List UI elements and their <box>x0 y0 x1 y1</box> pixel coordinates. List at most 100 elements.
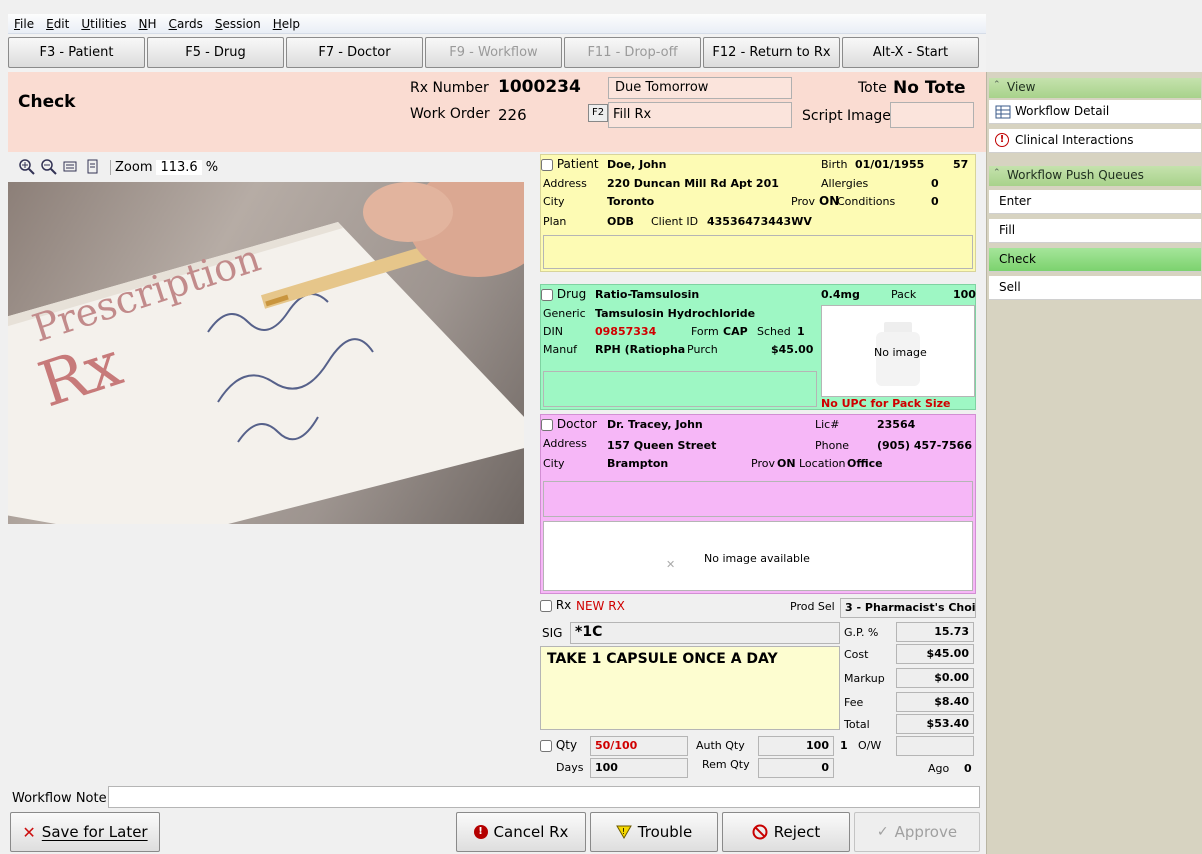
ow-field[interactable] <box>896 736 974 756</box>
allergies-count[interactable]: 0 <box>931 177 939 190</box>
menu-nh[interactable]: NH <box>133 17 163 31</box>
workflow-detail-label: Workflow Detail <box>1015 104 1110 118</box>
zoom-field[interactable]: 113.6 <box>156 159 202 175</box>
doctor-checkbox[interactable] <box>541 418 553 431</box>
manuf-value[interactable]: RPH (Ratiopha <box>595 343 685 356</box>
menu-edit[interactable]: Edit <box>40 17 75 31</box>
menu-utilities[interactable]: Utilities <box>75 17 132 31</box>
form-label: Form <box>691 325 719 338</box>
zoom-in-icon[interactable] <box>18 158 36 176</box>
patient-checkbox[interactable] <box>541 158 553 171</box>
form-value[interactable]: CAP <box>723 325 748 338</box>
save-for-later-button[interactable]: ✕ Save for Later <box>10 812 160 852</box>
patient-plan[interactable]: ODB <box>607 215 634 228</box>
reject-label: Reject <box>773 823 821 841</box>
fee-value[interactable]: $8.40 <box>896 692 974 712</box>
total-value[interactable]: $53.40 <box>896 714 974 734</box>
rx-number-field[interactable]: 1000234 <box>494 77 608 99</box>
queues-section-label: Workflow Push Queues <box>1007 168 1144 182</box>
rx-status: NEW RX <box>576 599 625 613</box>
alt-x-start-button[interactable]: Alt-X - Start <box>842 37 979 68</box>
f2-button[interactable]: F2 <box>588 104 608 122</box>
doctor-address[interactable]: 157 Queen Street <box>607 439 716 452</box>
drug-checkbox[interactable] <box>541 288 553 301</box>
queue-fill[interactable]: Fill <box>989 219 1201 243</box>
checkmark-icon: ✓ <box>876 824 889 840</box>
menu-help[interactable]: Help <box>267 17 306 31</box>
drug-notes-field[interactable] <box>543 371 817 407</box>
sched-value[interactable]: 1 <box>797 325 805 338</box>
page-title: Check <box>18 92 76 112</box>
rem-qty-value[interactable]: 0 <box>758 758 834 778</box>
reject-button[interactable]: Reject <box>722 812 850 852</box>
f12-return-to-rx-button[interactable]: F12 - Return to Rx <box>703 37 840 68</box>
script-image-field[interactable] <box>890 102 974 128</box>
days-value[interactable]: 100 <box>590 758 688 778</box>
f5-drug-button[interactable]: F5 - Drug <box>147 37 284 68</box>
qty-checkbox[interactable] <box>540 739 552 752</box>
approve-label: Approve <box>894 823 958 841</box>
queue-enter[interactable]: Enter <box>989 190 1201 214</box>
qty-value[interactable]: 50/100 <box>590 736 688 756</box>
f11-dropoff-button[interactable]: F11 - Drop-off <box>564 37 701 68</box>
rx-number-label: Rx Number <box>410 80 489 96</box>
clinical-interactions-item[interactable]: ! Clinical Interactions <box>989 129 1201 153</box>
cancel-rx-button[interactable]: ! Cancel Rx <box>456 812 586 852</box>
drug-name[interactable]: Ratio-Tamsulosin <box>595 288 699 301</box>
client-id-label: Client ID <box>651 215 699 228</box>
purch-value[interactable]: $45.00 <box>771 343 813 356</box>
patient-city[interactable]: Toronto <box>607 195 654 208</box>
queues-section-header[interactable]: ⌃ Workflow Push Queues <box>989 166 1201 186</box>
f7-doctor-button[interactable]: F7 - Doctor <box>286 37 423 68</box>
trouble-button[interactable]: ! Trouble <box>590 812 718 852</box>
sig-text-field[interactable]: TAKE 1 CAPSULE ONCE A DAY <box>540 646 840 730</box>
rx-checkbox[interactable] <box>540 599 552 612</box>
doctor-name[interactable]: Dr. Tracey, John <box>607 418 703 431</box>
drug-strength[interactable]: 0.4mg <box>821 288 860 301</box>
work-order-field[interactable]: 226 <box>494 104 584 128</box>
workflow-note-input[interactable] <box>108 786 980 808</box>
menu-session[interactable]: Session <box>209 17 267 31</box>
fit-width-icon[interactable] <box>62 158 80 176</box>
sig-code-field[interactable]: *1C <box>570 622 840 644</box>
zoom-out-icon[interactable] <box>40 158 58 176</box>
menu-cards[interactable]: Cards <box>163 17 209 31</box>
workflow-detail-item[interactable]: Workflow Detail <box>989 100 1201 124</box>
cost-value[interactable]: $45.00 <box>896 644 974 664</box>
f9-workflow-button[interactable]: F9 - Workflow <box>425 37 562 68</box>
patient-name[interactable]: Doe, John <box>607 158 666 171</box>
gp-value[interactable]: 15.73 <box>896 622 974 642</box>
location-value[interactable]: Office <box>847 457 883 470</box>
auth-qty-value[interactable]: 100 <box>758 736 834 756</box>
queue-check[interactable]: Check <box>989 248 1201 272</box>
patient-address[interactable]: 220 Duncan Mill Rd Apt 201 <box>607 177 779 190</box>
lic-value[interactable]: 23564 <box>877 418 915 431</box>
pack-size[interactable]: 100 <box>953 288 976 301</box>
sig-label: SIG <box>542 626 563 640</box>
conditions-count[interactable]: 0 <box>931 195 939 208</box>
view-section-label: View <box>1007 80 1036 94</box>
doctor-prov[interactable]: ON <box>777 457 796 470</box>
markup-value[interactable]: $0.00 <box>896 668 974 688</box>
due-field[interactable]: Due Tomorrow <box>608 77 792 99</box>
fit-page-icon[interactable] <box>84 158 102 176</box>
view-section-header[interactable]: ⌃ View <box>989 78 1201 98</box>
doctor-notes-field[interactable] <box>543 481 973 517</box>
generic-name[interactable]: Tamsulosin Hydrochloride <box>595 307 755 320</box>
location-label: Location <box>799 457 846 470</box>
broken-image-icon: ✕ <box>666 558 676 571</box>
client-id[interactable]: 43536473443WV <box>707 215 812 228</box>
f3-patient-button[interactable]: F3 - Patient <box>8 37 145 68</box>
birth-date[interactable]: 01/01/1955 <box>855 158 924 171</box>
approve-button[interactable]: ✓ Approve <box>854 812 980 852</box>
prod-sel-value[interactable]: 3 - Pharmacist's Choi <box>840 598 976 618</box>
grid-icon <box>995 105 1011 119</box>
patient-notes-field[interactable] <box>543 235 973 269</box>
fill-rx-field[interactable]: Fill Rx <box>608 102 792 128</box>
din-value[interactable]: 09857334 <box>595 325 656 338</box>
doctor-city[interactable]: Brampton <box>607 457 668 470</box>
patient-panel: Patient Doe, John Birth 01/01/1955 57 Ad… <box>540 154 976 272</box>
queue-sell[interactable]: Sell <box>989 276 1201 300</box>
phone-value[interactable]: (905) 457-7566 <box>877 439 972 452</box>
menu-file[interactable]: File <box>8 17 40 31</box>
